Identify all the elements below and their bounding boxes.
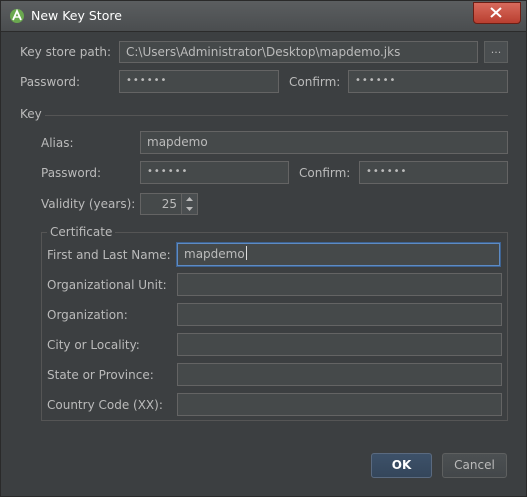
validity-spinner-arrows[interactable] (181, 193, 198, 215)
cancel-button[interactable]: Cancel (442, 453, 507, 478)
alias-field[interactable]: mapdemo (140, 131, 508, 154)
window-title: New Key Store (31, 8, 122, 23)
spinner-up-icon[interactable] (182, 194, 197, 204)
new-key-store-dialog: New Key Store Key store path: C:\Users\A… (0, 0, 527, 497)
city-locality-field[interactable] (177, 333, 502, 356)
key-section-divider (45, 115, 508, 116)
certificate-section-title: Certificate (47, 225, 116, 239)
keystore-path-field[interactable]: C:\Users\Administrator\Desktop\mapdemo.j… (119, 41, 478, 63)
android-studio-icon (9, 8, 25, 24)
keystore-password-field[interactable]: •••••• (119, 70, 279, 93)
keystore-password-label: Password: (20, 75, 81, 89)
state-province-field[interactable] (177, 363, 502, 386)
keystore-path-label: Key store path: (20, 45, 112, 59)
key-confirm-field[interactable]: •••••• (359, 161, 508, 184)
organizational-unit-label: Organizational Unit: (47, 278, 167, 292)
key-password-label: Password: (41, 166, 102, 180)
key-password-field[interactable]: •••••• (140, 161, 289, 184)
title-bar: New Key Store (1, 1, 526, 32)
first-last-name-field[interactable]: mapdemo (177, 243, 500, 266)
keystore-confirm-field[interactable]: •••••• (348, 70, 508, 93)
country-code-label: Country Code (XX): (47, 398, 163, 412)
first-last-name-value: mapdemo (184, 247, 245, 261)
ok-button[interactable]: OK (371, 453, 432, 478)
organizational-unit-field[interactable] (177, 273, 502, 296)
country-code-field[interactable] (177, 393, 502, 416)
keystore-confirm-label: Confirm: (289, 75, 341, 89)
text-caret (245, 246, 247, 260)
city-locality-label: City or Locality: (47, 338, 140, 352)
key-confirm-label: Confirm: (299, 166, 351, 180)
state-province-label: State or Province: (47, 368, 154, 382)
close-button[interactable] (473, 2, 521, 24)
organization-label: Organization: (47, 308, 128, 322)
key-section-title: Key (20, 107, 42, 121)
validity-spinner-field[interactable]: 25 (140, 193, 182, 215)
alias-label: Alias: (41, 136, 74, 150)
validity-label: Validity (years): (41, 197, 136, 211)
browse-button[interactable]: ... (484, 41, 508, 63)
spinner-down-icon[interactable] (182, 204, 197, 214)
first-last-name-label: First and Last Name: (47, 248, 171, 262)
organization-field[interactable] (177, 303, 502, 326)
close-icon (490, 7, 502, 18)
